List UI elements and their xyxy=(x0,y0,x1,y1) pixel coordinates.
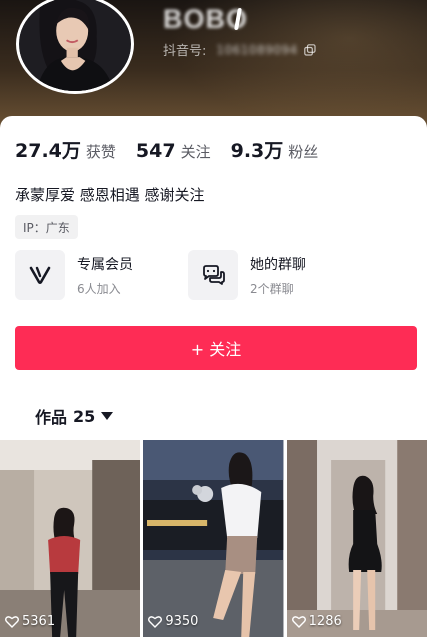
douyin-id-value: 1061089094 xyxy=(216,42,298,57)
exclusive-membership-entry[interactable]: 专属会员 6人加入 xyxy=(15,250,133,300)
heart-icon xyxy=(5,616,19,628)
feature-text: 她的群聊 2个群聊 xyxy=(250,254,306,297)
video-thumbnail[interactable]: 5361 xyxy=(0,440,141,637)
follow-button[interactable]: + 关注 xyxy=(15,326,417,370)
video-cover-image xyxy=(0,440,141,637)
video-like-count: 5361 xyxy=(5,614,55,629)
stats-row: 27.4万 获赞 547 关注 9.3万 粉丝 xyxy=(15,136,338,163)
stat-following-label: 关注 xyxy=(180,143,211,161)
feature-icon-box xyxy=(15,250,65,300)
heart-icon xyxy=(148,616,163,628)
heart-icon xyxy=(291,616,306,628)
avatar[interactable] xyxy=(16,0,134,94)
video-cover-image xyxy=(286,440,427,637)
video-cover-image xyxy=(143,440,284,637)
works-tab-label: 作品 xyxy=(35,408,68,427)
caret-down-icon xyxy=(101,412,114,420)
feature-text: 专属会员 6人加入 xyxy=(77,254,133,297)
profile-header: BOBO 抖音号: 1061089094 xyxy=(0,0,427,128)
stat-likes-value: 27.4万 xyxy=(15,140,81,162)
ip-location-tag: IP：广东 xyxy=(15,215,78,239)
like-count-text: 1286 xyxy=(308,614,342,629)
feature-title: 她的群聊 xyxy=(250,256,306,273)
feature-subtitle: 6人加入 xyxy=(77,281,121,296)
vip-v-icon xyxy=(29,266,51,285)
chat-bubbles-icon xyxy=(203,265,225,285)
video-like-count: 1286 xyxy=(291,614,342,629)
stat-followers-label: 粉丝 xyxy=(288,143,319,161)
copy-icon[interactable] xyxy=(303,43,316,56)
profile-card: 27.4万 获赞 547 关注 9.3万 粉丝 承蒙厚爱 感恩相遇 感谢关注 I… xyxy=(0,116,427,446)
video-grid: 5361 9350 1286 xyxy=(0,440,427,637)
stat-following-value: 547 xyxy=(135,140,176,162)
stat-followers-value: 9.3万 xyxy=(230,140,284,162)
feature-title: 专属会员 xyxy=(77,256,133,273)
feature-icon-box xyxy=(188,250,238,300)
group-chat-entry[interactable]: 她的群聊 2个群聊 xyxy=(188,250,306,300)
stat-likes-label: 获赞 xyxy=(85,143,116,161)
bio-text: 承蒙厚爱 感恩相遇 感谢关注 xyxy=(15,186,205,204)
video-thumbnail[interactable]: 1286 xyxy=(286,440,427,637)
like-count-text: 5361 xyxy=(22,614,56,629)
douyin-id-row: 抖音号: 1061089094 xyxy=(163,40,316,59)
works-tab[interactable]: 作品 25 xyxy=(35,404,114,428)
like-count-text: 9350 xyxy=(165,614,199,629)
stat-likes[interactable]: 27.4万 获赞 xyxy=(15,136,116,163)
feature-subtitle: 2个群聊 xyxy=(250,281,294,296)
video-like-count: 9350 xyxy=(148,614,198,629)
avatar-photo xyxy=(19,0,131,91)
stat-followers[interactable]: 9.3万 粉丝 xyxy=(231,136,319,163)
works-tab-count: 25 xyxy=(73,406,96,426)
douyin-id-label: 抖音号: xyxy=(163,44,207,59)
video-thumbnail[interactable]: 9350 xyxy=(143,440,284,637)
stat-following[interactable]: 547 关注 xyxy=(136,140,211,162)
